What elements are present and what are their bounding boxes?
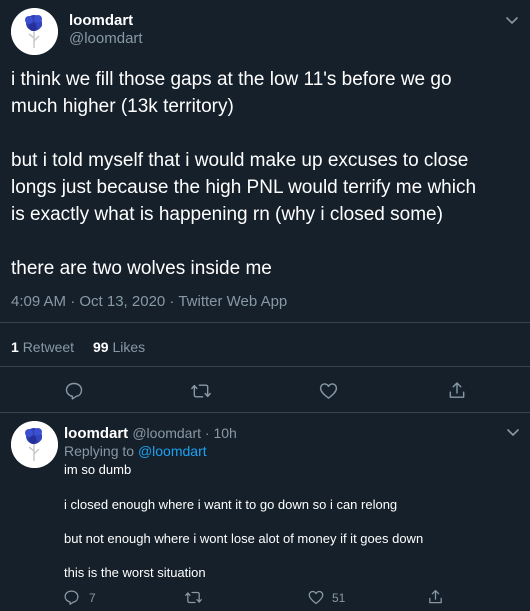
avatar[interactable] <box>11 421 58 468</box>
reply-text-line: this is the worst situation <box>64 565 206 580</box>
display-name[interactable]: loomdart <box>69 12 133 29</box>
replying-to-link[interactable]: @loomdart <box>138 443 207 459</box>
share-icon[interactable] <box>447 380 467 406</box>
share-icon[interactable] <box>427 588 444 611</box>
divider <box>0 412 530 413</box>
heart-icon[interactable] <box>307 589 325 611</box>
retweets-label: Retweet <box>22 339 75 355</box>
reply-icon[interactable] <box>64 381 84 406</box>
replying-to: Replying to @loomdart <box>64 443 207 459</box>
likes-stat[interactable]: 99 Likes <box>93 339 145 355</box>
reply-count: 7 <box>89 591 96 605</box>
tweet-text-line: much higher (13k territory) <box>11 96 234 117</box>
reply-icon[interactable] <box>63 589 80 611</box>
retweet-icon[interactable] <box>184 589 203 611</box>
reply-handle-time[interactable]: @loomdart · 10h <box>132 425 236 441</box>
tweet-text-line: but i told myself that i would make up e… <box>11 150 469 171</box>
avatar-image <box>11 8 58 55</box>
tweet-text-line: is exactly what is happening rn (why i c… <box>11 204 443 225</box>
tweet-text-line: i think we fill those gaps at the low 11… <box>11 69 452 90</box>
tweet-text-line: longs just because the high PNL would te… <box>11 177 477 198</box>
retweets-stat[interactable]: 1 Retweet <box>11 339 74 355</box>
avatar-image <box>11 421 58 468</box>
divider <box>0 322 530 323</box>
reply-header: loomdart @loomdart · 10h <box>64 425 237 442</box>
divider <box>0 366 530 367</box>
tweet-timestamp[interactable]: 4:09 AM · Oct 13, 2020 · Twitter Web App <box>11 293 287 310</box>
retweets-count: 1 <box>11 339 19 355</box>
retweet-icon[interactable] <box>190 381 212 406</box>
tweet-text-line: there are two wolves inside me <box>11 258 272 279</box>
user-handle[interactable]: @loomdart <box>69 30 143 47</box>
reply-display-name[interactable]: loomdart <box>64 425 128 442</box>
chevron-down-icon[interactable] <box>505 424 521 445</box>
likes-count: 99 <box>93 339 109 355</box>
reply-text-line: i closed enough where i want it to go do… <box>64 497 398 512</box>
chevron-down-icon[interactable] <box>504 12 520 33</box>
reply-text-line: im so dumb <box>64 462 132 477</box>
like-count: 51 <box>332 591 346 605</box>
avatar[interactable] <box>11 8 58 55</box>
replying-prefix: Replying to <box>64 443 135 459</box>
reply-text-line: but not enough where i wont lose alot of… <box>64 531 424 546</box>
likes-label: Likes <box>112 339 146 355</box>
heart-icon[interactable] <box>318 381 339 406</box>
